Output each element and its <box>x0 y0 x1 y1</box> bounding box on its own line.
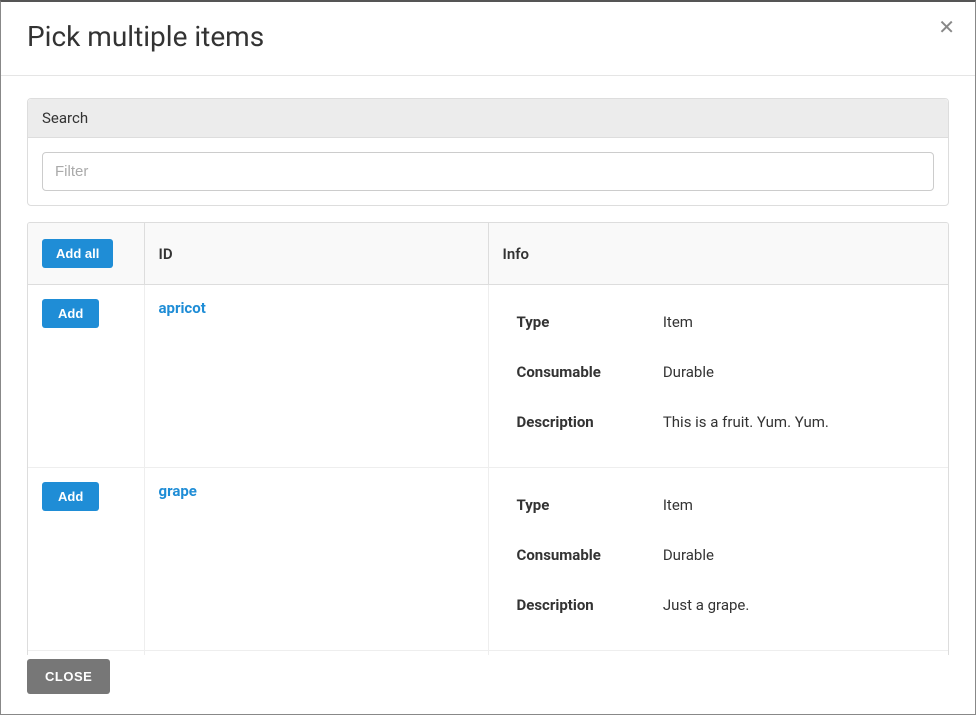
add-button[interactable]: Add <box>42 299 99 328</box>
filter-input[interactable] <box>42 152 934 191</box>
info-key-type: Type <box>503 299 649 349</box>
info-val-description: This is a fruit. Yum. Yum. <box>649 399 843 449</box>
table-row: Add grape Type Item <box>28 468 948 651</box>
items-table-wrap: Add all ID Info Add apricot <box>27 222 949 655</box>
items-table: Add all ID Info Add apricot <box>28 223 948 655</box>
table-header-row: Add all ID Info <box>28 223 948 285</box>
info-table: Type Item Consumable Durable Description… <box>503 482 764 632</box>
modal: Pick multiple items ✕ Search Add all <box>0 0 976 715</box>
cell-info: Type Item Consumable Durable Description… <box>488 285 948 468</box>
cell-id: grape <box>144 468 488 651</box>
info-val-description: Just a grape. <box>649 582 764 632</box>
cell-info: Type Item Consumable Durable Description… <box>488 468 948 651</box>
info-key-type: Type <box>503 482 649 532</box>
add-button[interactable]: Add <box>42 482 99 511</box>
close-icon[interactable]: ✕ <box>934 14 959 42</box>
modal-body: Search Add all ID Info <box>1 76 975 655</box>
col-header-add: Add all <box>28 223 144 285</box>
info-val-consumable: Durable <box>649 532 764 582</box>
modal-header: Pick multiple items ✕ <box>1 2 975 76</box>
item-id-link[interactable]: apricot <box>159 299 206 317</box>
info-val-type: Item <box>649 482 764 532</box>
info-key-description: Description <box>503 582 649 632</box>
close-button[interactable]: CLOSE <box>27 659 110 694</box>
cell-add: Add <box>28 468 144 651</box>
item-id-link[interactable]: grape <box>159 482 197 500</box>
cell-id: apricot <box>144 285 488 468</box>
search-panel-body <box>28 138 948 205</box>
modal-footer: CLOSE <box>1 655 975 714</box>
info-key-description: Description <box>503 399 649 449</box>
info-key-consumable: Consumable <box>503 349 649 399</box>
col-header-id: ID <box>144 223 488 285</box>
info-val-type: Item <box>649 299 843 349</box>
search-panel-header: Search <box>28 99 948 138</box>
add-all-button[interactable]: Add all <box>42 239 113 268</box>
info-val-consumable: Durable <box>649 349 843 399</box>
info-key-consumable: Consumable <box>503 532 649 582</box>
table-row: Add apricot Type Item <box>28 285 948 468</box>
info-table: Type Item Consumable Durable Description… <box>503 299 843 449</box>
cell-add: Add <box>28 285 144 468</box>
modal-title: Pick multiple items <box>27 20 949 53</box>
search-panel: Search <box>27 98 949 206</box>
col-header-info: Info <box>488 223 948 285</box>
